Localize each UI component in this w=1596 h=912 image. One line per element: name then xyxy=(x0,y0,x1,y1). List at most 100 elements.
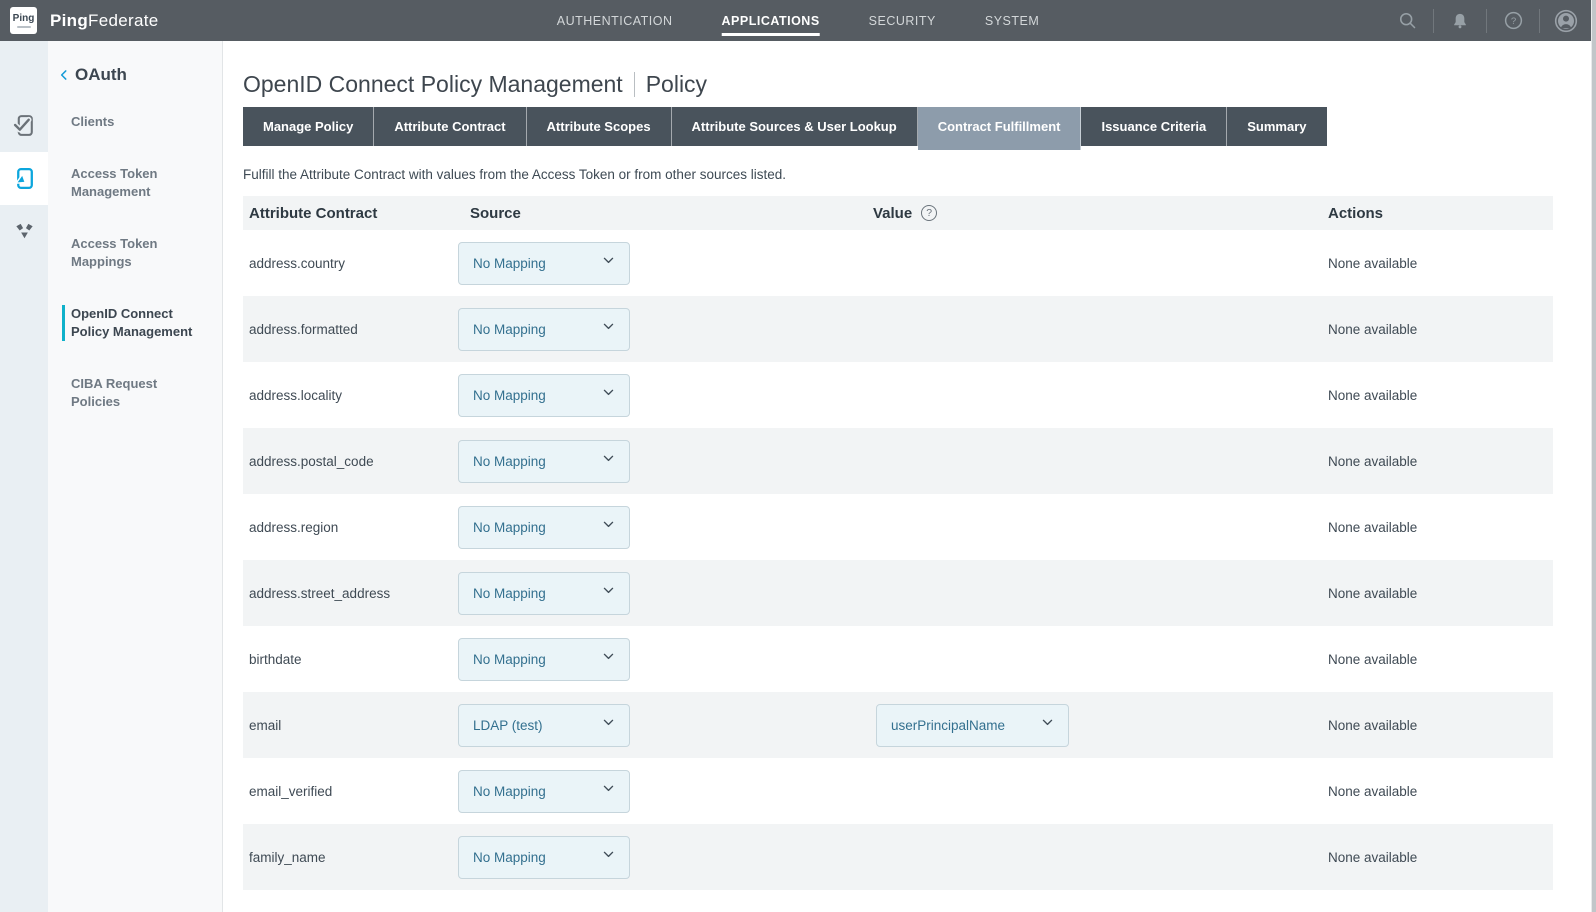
source-select-value: LDAP (test) xyxy=(473,718,543,733)
attribute-name: address.region xyxy=(243,520,458,535)
actions-status: None available xyxy=(1328,850,1553,865)
source-select-value: No Mapping xyxy=(473,784,546,799)
table-row-address.postal_code: address.postal_code No Mapping None availa… xyxy=(243,428,1553,494)
actions-status: None available xyxy=(1328,784,1553,799)
header-actions: ? xyxy=(1395,9,1578,33)
ping-logo[interactable]: Ping xyxy=(10,7,37,34)
table-row-address.formatted: address.formattedNo MappingNone availabl… xyxy=(243,296,1553,362)
page-title: OpenID Connect Policy Management Policy xyxy=(243,71,1553,98)
tab-bar: Manage PolicyAttribute ContractAttribute… xyxy=(243,107,1553,146)
tab-attribute-contract[interactable]: Attribute Contract xyxy=(374,107,526,146)
source-select[interactable]: No Mapping xyxy=(458,836,630,879)
source-select[interactable]: No Mapping xyxy=(458,506,630,549)
sidebar-item-openid-connect-policy-management[interactable]: OpenID Connect Policy Management xyxy=(62,305,222,341)
source-cell: No Mapping xyxy=(458,836,873,879)
source-select[interactable]: LDAP (test) xyxy=(458,704,630,747)
top-nav: AUTHENTICATION APPLICATIONS SECURITY SYSTEM xyxy=(557,8,1040,34)
source-select-value: No Mapping xyxy=(473,256,546,271)
source-select[interactable]: No Mapping xyxy=(458,770,630,813)
sidebar-item-access-token-management[interactable]: Access Token Management xyxy=(48,165,222,201)
sidebar-item-ciba-request-policies[interactable]: CIBA Request Policies xyxy=(48,375,222,411)
tab-contract-fulfillment[interactable]: Contract Fulfillment xyxy=(918,107,1082,150)
tab-manage-policy[interactable]: Manage Policy xyxy=(243,107,374,146)
notifications-bell-icon[interactable] xyxy=(1448,9,1472,33)
source-select[interactable]: No Mapping xyxy=(458,638,630,681)
security-icon[interactable] xyxy=(0,205,48,258)
page-title-primary: OpenID Connect Policy Management xyxy=(243,71,623,98)
header-divider xyxy=(1486,9,1487,33)
chevron-down-icon xyxy=(1030,715,1055,735)
applications-icon[interactable] xyxy=(0,152,48,205)
source-cell: No Mapping xyxy=(458,308,873,351)
value-select[interactable]: userPrincipalName xyxy=(876,704,1069,747)
actions-status: None available xyxy=(1328,256,1553,271)
source-select[interactable]: No Mapping xyxy=(458,440,630,483)
attribute-name: address.postal_code xyxy=(243,454,458,469)
source-cell: No Mapping xyxy=(458,374,873,417)
source-cell: No Mapping xyxy=(458,770,873,813)
attribute-name: family_name xyxy=(243,850,458,865)
sidebar-item-clients[interactable]: Clients xyxy=(48,113,222,131)
vertical-scrollbar[interactable] xyxy=(1591,0,1596,912)
tab-summary[interactable]: Summary xyxy=(1227,107,1326,146)
tab-issuance-criteria[interactable]: Issuance Criteria xyxy=(1081,107,1227,146)
table-row-address.region: address.region No Mapping None available xyxy=(243,494,1553,560)
authentication-icon[interactable] xyxy=(0,99,48,152)
tab-attribute-scopes[interactable]: Attribute Scopes xyxy=(527,107,672,146)
table-body: address.countryNo MappingNone availablea… xyxy=(243,230,1553,890)
attribute-name: birthdate xyxy=(243,652,458,667)
source-select-value: No Mapping xyxy=(473,454,546,469)
help-icon[interactable]: ? xyxy=(1501,9,1525,33)
nav-item-applications[interactable]: APPLICATIONS xyxy=(722,8,820,34)
attribute-name: address.country xyxy=(243,256,458,271)
actions-status: None available xyxy=(1328,652,1553,667)
brand-light: Federate xyxy=(88,11,158,30)
chevron-down-icon xyxy=(591,583,616,603)
value-select-value: userPrincipalName xyxy=(891,718,1005,733)
nav-item-authentication[interactable]: AUTHENTICATION xyxy=(557,8,673,34)
table-row-email_verified: email_verified No Mapping None available xyxy=(243,758,1553,824)
actions-status: None available xyxy=(1328,454,1553,469)
account-avatar-icon[interactable] xyxy=(1554,9,1578,33)
attribute-name: address.formatted xyxy=(243,322,458,337)
actions-status: None available xyxy=(1328,586,1553,601)
source-select-value: No Mapping xyxy=(473,586,546,601)
source-select[interactable]: No Mapping xyxy=(458,374,630,417)
sidebar-item-access-token-mappings[interactable]: Access Token Mappings xyxy=(48,235,222,271)
brand-title: PingFederate xyxy=(50,11,158,31)
app-body: OAuth Clients Access Token Management Acce… xyxy=(0,41,1596,912)
search-icon[interactable] xyxy=(1395,9,1419,33)
header-divider xyxy=(1539,9,1540,33)
source-select-value: No Mapping xyxy=(473,388,546,403)
source-select-value: No Mapping xyxy=(473,322,546,337)
page-title-secondary: Policy xyxy=(646,71,707,98)
table-row-family_name: family_nameNo Mapping None available xyxy=(243,824,1553,890)
actions-status: None available xyxy=(1328,718,1553,733)
chevron-left-icon xyxy=(57,68,71,82)
column-header-value: Value ? xyxy=(873,205,1328,222)
source-select[interactable]: No Mapping xyxy=(458,242,630,285)
sidebar-section-title: OAuth xyxy=(75,65,127,85)
chevron-down-icon xyxy=(591,253,616,273)
chevron-down-icon xyxy=(591,847,616,867)
source-select[interactable]: No Mapping xyxy=(458,308,630,351)
value-help-icon[interactable]: ? xyxy=(921,205,937,221)
chevron-down-icon xyxy=(591,781,616,801)
column-header-actions: Actions xyxy=(1328,205,1553,222)
tab-attribute-sources-user-lookup[interactable]: Attribute Sources & User Lookup xyxy=(672,107,918,146)
chevron-down-icon xyxy=(591,517,616,537)
nav-item-security[interactable]: SECURITY xyxy=(869,8,936,34)
svg-text:?: ? xyxy=(1510,16,1515,27)
sidebar-back-oauth[interactable]: OAuth xyxy=(48,65,222,85)
value-cell: userPrincipalName xyxy=(873,704,1328,747)
attribute-name: email xyxy=(243,718,458,733)
chevron-down-icon xyxy=(591,451,616,471)
source-select[interactable]: No Mapping xyxy=(458,572,630,615)
nav-item-system[interactable]: SYSTEM xyxy=(985,8,1039,34)
attribute-name: email_verified xyxy=(243,784,458,799)
source-cell: No Mapping xyxy=(458,242,873,285)
chevron-down-icon xyxy=(591,385,616,405)
table-row-address.locality: address.localityNo MappingNone available xyxy=(243,362,1553,428)
source-select-value: No Mapping xyxy=(473,520,546,535)
actions-status: None available xyxy=(1328,520,1553,535)
